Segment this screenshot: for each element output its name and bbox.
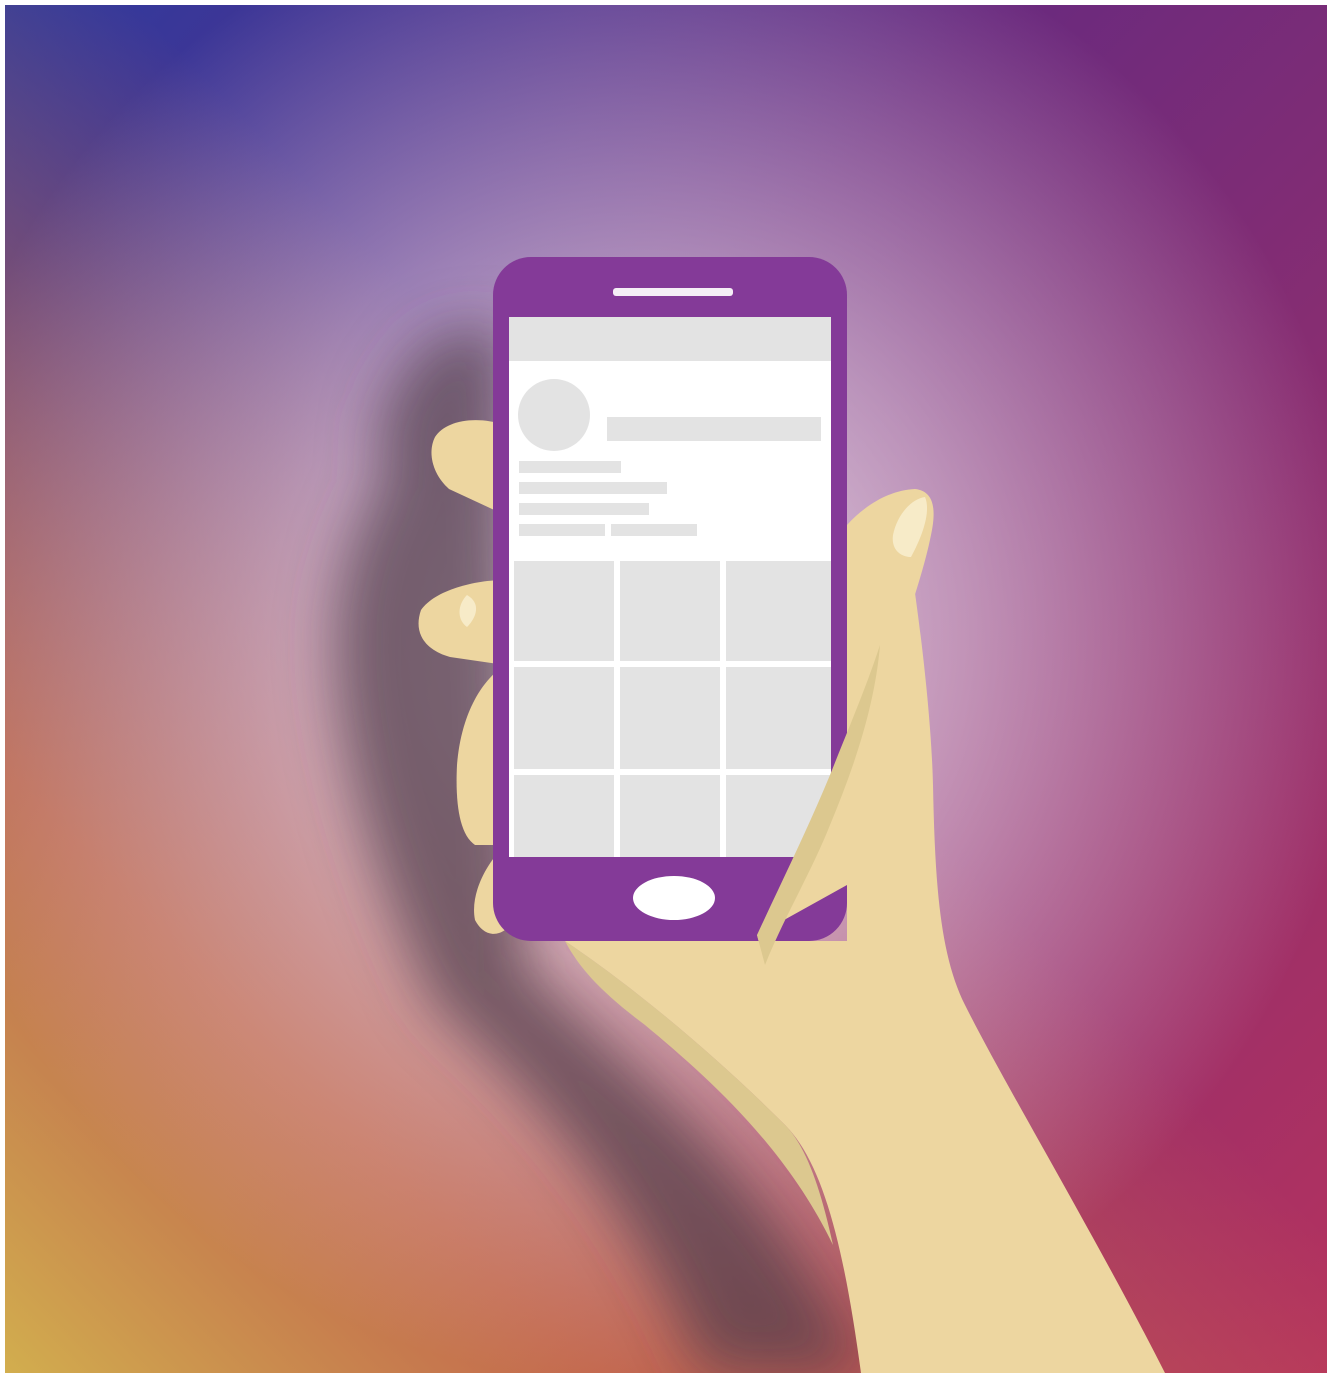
grid-tile [514,561,614,661]
app-top-bar [509,317,831,361]
illustration-stage [0,0,1332,1378]
phone [493,257,847,941]
grid-tile [726,561,831,661]
bio-line-3 [519,503,649,515]
bio-line-1 [519,461,621,473]
avatar-placeholder [518,379,590,451]
grid-tile [514,667,614,769]
username-placeholder [607,417,821,441]
grid-tile [726,667,831,769]
hand-phone-illustration [5,5,1327,1373]
photo-grid [514,561,831,857]
bio-line-2 [519,482,667,494]
bio-line-4a [519,524,605,536]
grid-tile [514,775,614,857]
bio-line-4b [611,524,697,536]
phone-speaker [613,288,733,296]
grid-tile [620,667,720,769]
grid-tile [620,775,720,857]
home-button [633,876,715,920]
grid-tile [620,561,720,661]
